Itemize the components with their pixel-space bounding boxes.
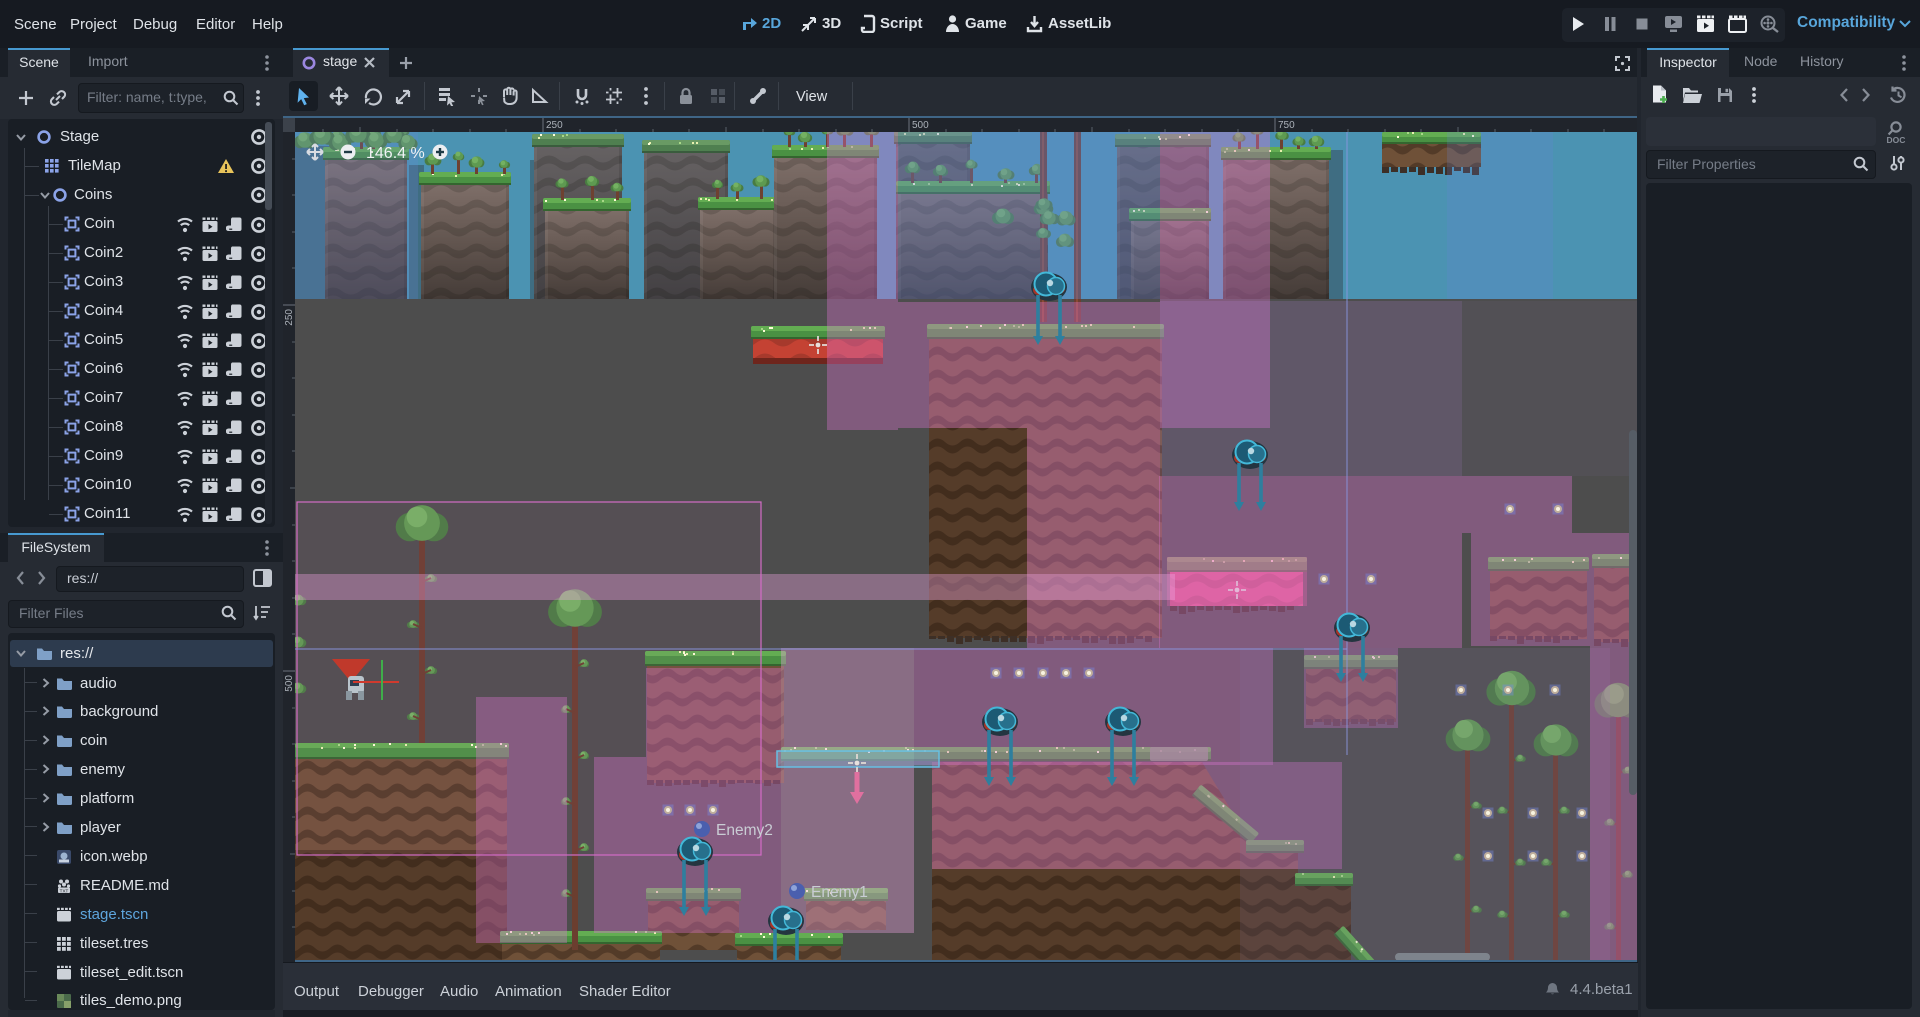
svg-text:250: 250	[284, 309, 295, 326]
svg-text:DOC: DOC	[1887, 135, 1906, 145]
svg-text:500: 500	[284, 675, 295, 692]
svg-text:500: 500	[912, 120, 929, 131]
svg-text:250: 250	[546, 120, 563, 131]
svg-text:TXT: TXT	[60, 888, 69, 893]
svg-text:750: 750	[1278, 120, 1295, 131]
svg-text:Enemy1: Enemy1	[811, 884, 868, 901]
svg-text:Enemy2: Enemy2	[716, 822, 773, 839]
svg-text:146.4 %: 146.4 %	[366, 145, 425, 162]
